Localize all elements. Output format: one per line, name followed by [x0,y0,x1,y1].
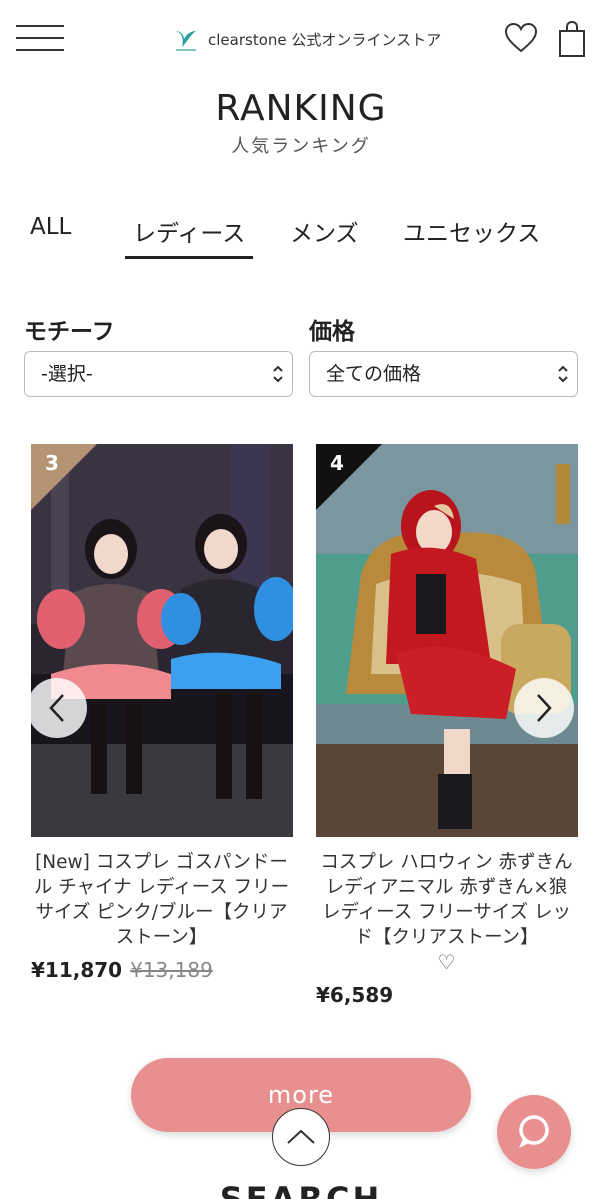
price-select-value: 全ての価格 [326,363,422,385]
brand-name: clearstone 公式オンラインストア [208,30,442,49]
tab-unisex[interactable]: ユニセックス [403,214,540,248]
motif-select[interactable]: -選択- [24,351,293,397]
back-to-top-button[interactable] [272,1108,330,1166]
motif-select-value: -選択- [41,363,93,385]
product-image[interactable]: 4 [316,444,578,837]
brand-logo[interactable]: clearstone 公式オンラインストア [172,24,441,54]
tab-mens[interactable]: メンズ [290,214,359,248]
tab-ladies[interactable]: レディース [133,214,245,248]
ranking-title: RANKING [215,88,387,129]
carousel-next-button[interactable] [514,678,574,738]
original-price: ¥13,189 [130,958,213,982]
product-image[interactable]: 3 [31,444,293,837]
rank-badge [31,444,97,510]
product-price: ¥11,870 ¥13,189 [31,958,213,982]
current-price: ¥11,870 [31,958,123,982]
heart-icon[interactable] [504,22,538,54]
header: clearstone 公式オンラインストア [0,0,602,78]
shopping-bag-icon[interactable] [558,20,586,58]
rank-badge [316,444,382,510]
search-heading: SEARCH [219,1180,383,1199]
tab-all[interactable]: ALL [30,214,71,240]
product-name[interactable]: コスプレ ハロウィン 赤ずきん レディアニマル 赤ずきん×狼 レディース フリー… [314,850,579,975]
select-chevron-icon [273,365,283,383]
chat-button[interactable] [497,1095,571,1169]
hamburger-menu-icon[interactable] [16,25,64,53]
current-price: ¥6,589 [316,983,394,1007]
chevron-up-icon [287,1129,315,1144]
active-tab-indicator [125,256,253,259]
motif-filter-label: モチーフ [24,319,115,345]
product-title: [New] コスプレ ゴスパンドール チャイナ レディース フリーサイズ ピンク… [33,852,290,948]
ranking-subtitle: 人気ランキング [231,136,371,157]
carousel-prev-button[interactable] [27,678,87,738]
chevron-right-icon [537,694,552,722]
chevron-left-icon [49,694,64,722]
favorite-heart-icon[interactable]: ♡ [314,950,579,975]
rank-number: 4 [330,451,344,475]
price-filter-label: 価格 [309,319,355,345]
chat-bubble-icon [519,1115,549,1148]
product-name[interactable]: [New] コスプレ ゴスパンドール チャイナ レディース フリーサイズ ピンク… [29,850,294,950]
select-chevron-icon [558,365,568,383]
product-title: コスプレ ハロウィン 赤ずきん レディアニマル 赤ずきん×狼 レディース フリー… [320,852,573,948]
price-select[interactable]: 全ての価格 [309,351,578,397]
category-tabs: ALL レディース メンズ ユニセックス [0,210,602,262]
clearstone-logo-icon [176,31,196,51]
product-price: ¥6,589 [316,983,393,1007]
rank-number: 3 [45,451,59,475]
